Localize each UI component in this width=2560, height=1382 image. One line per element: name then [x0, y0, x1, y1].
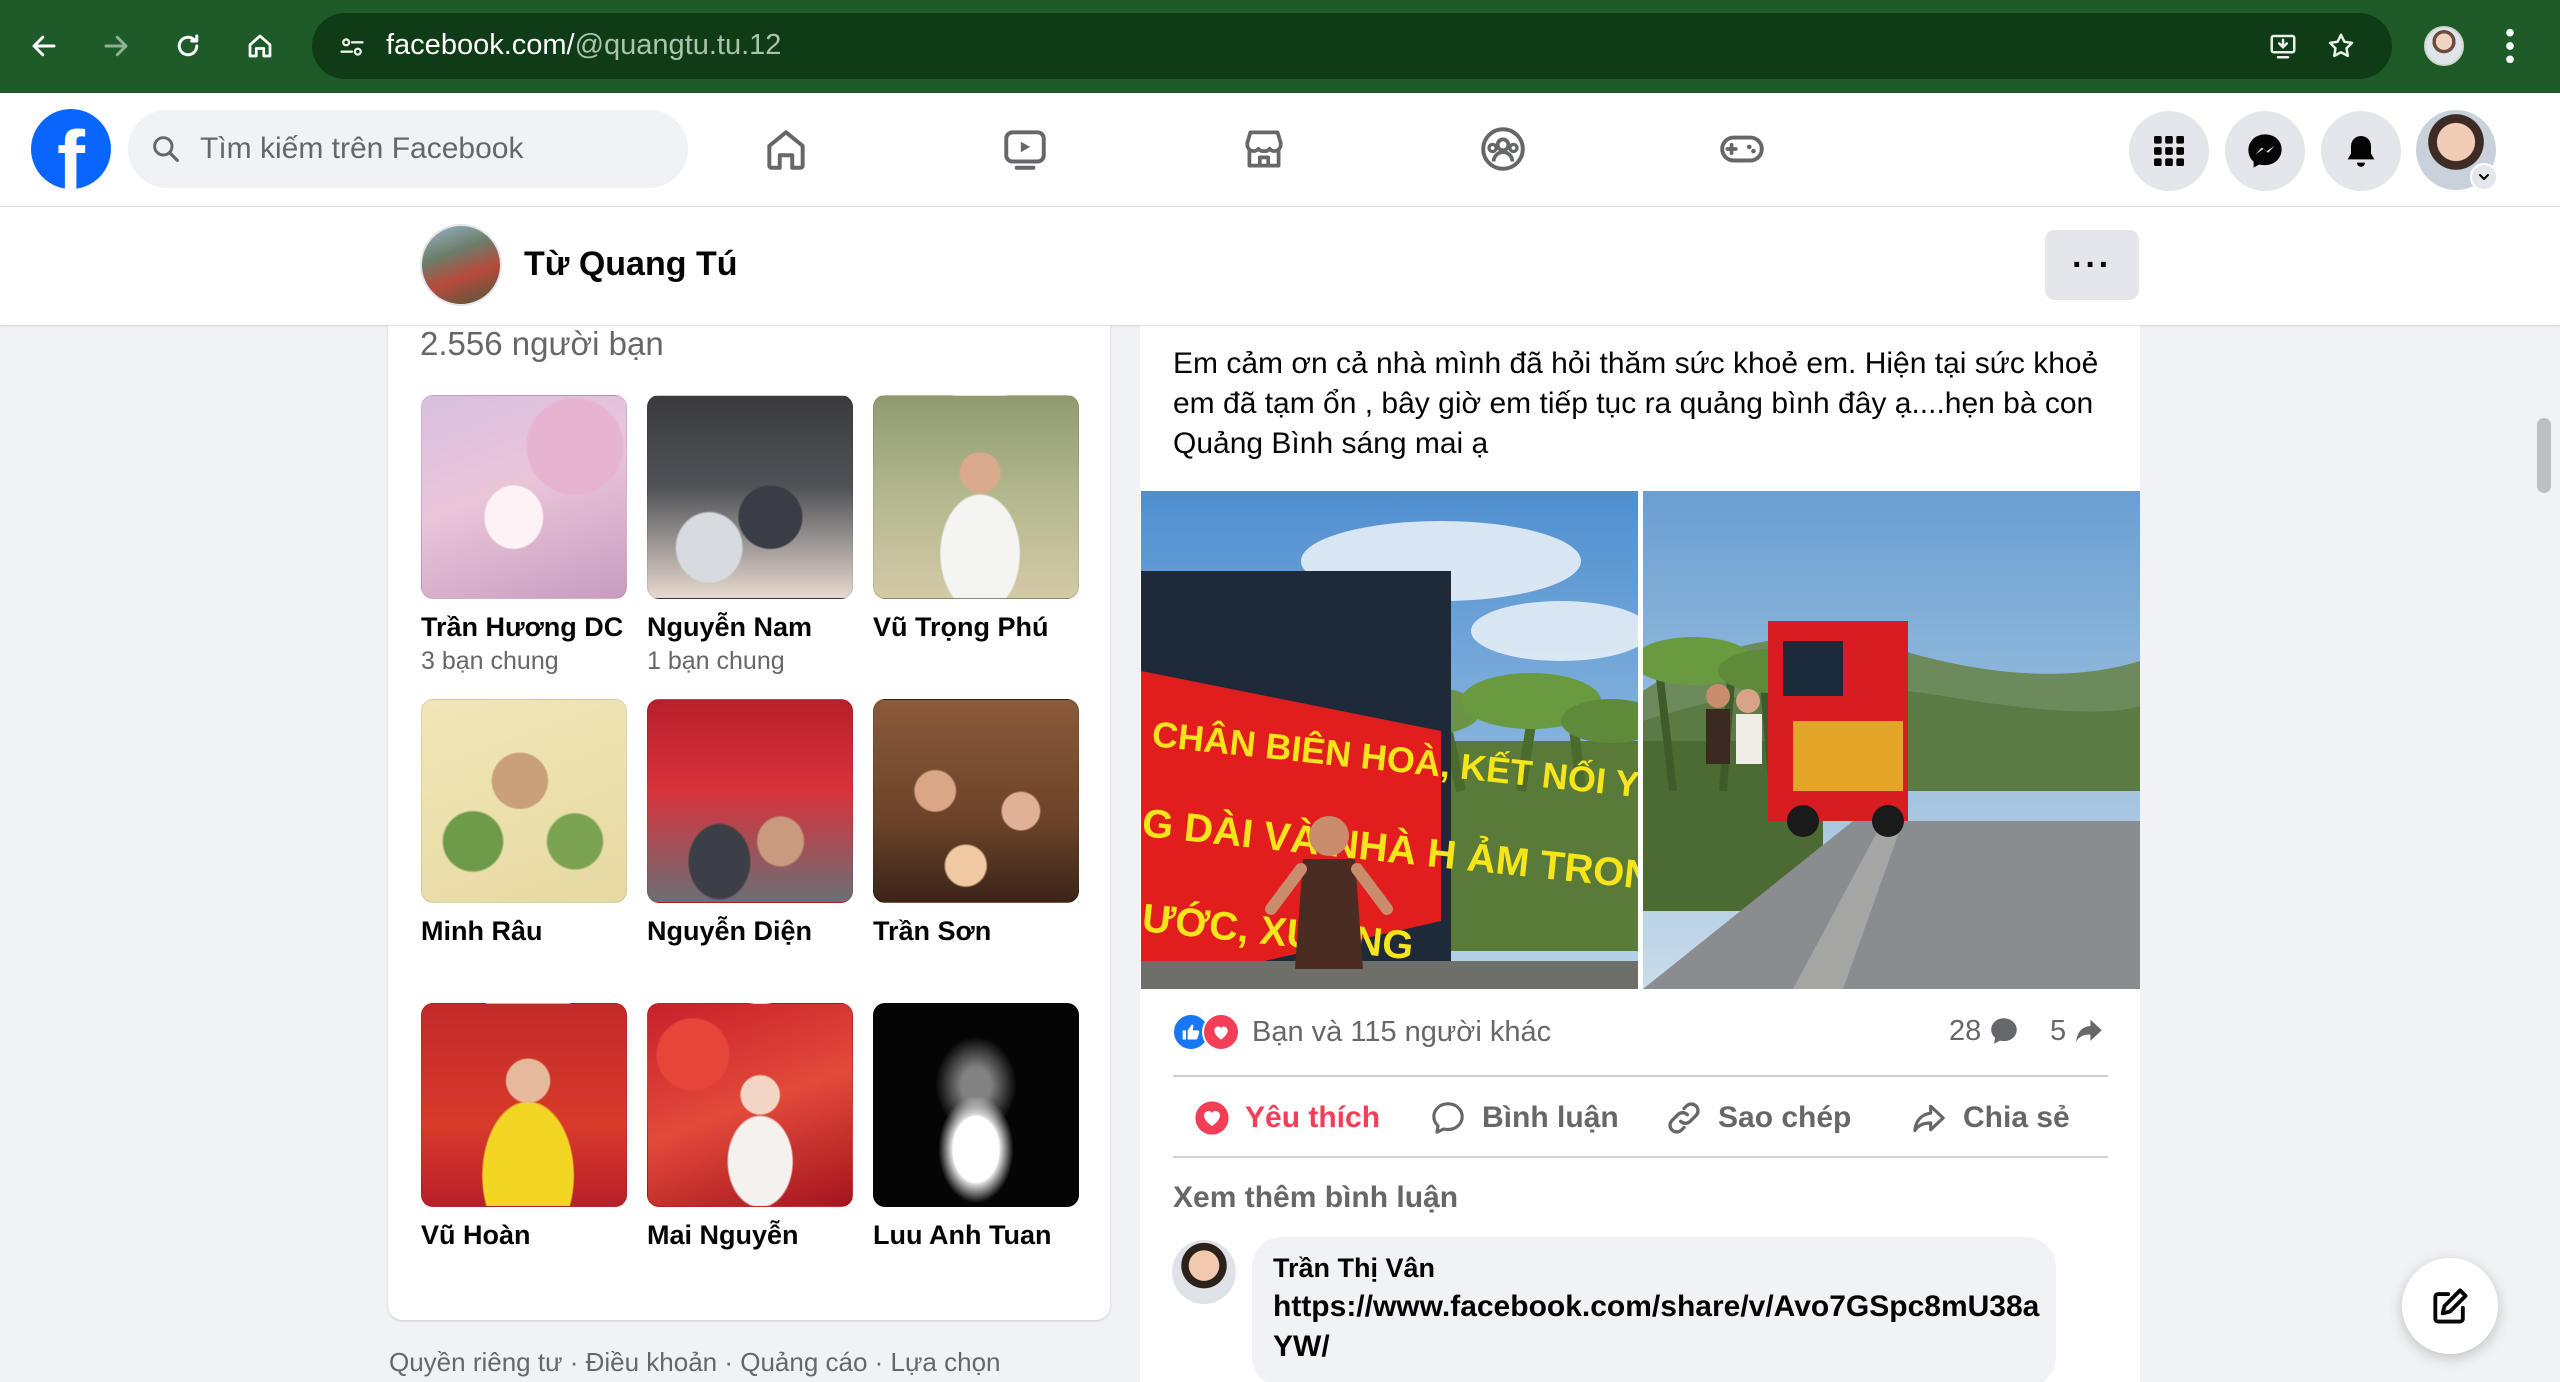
post-photo-2[interactable] [1643, 491, 2140, 989]
url-text[interactable]: facebook.com/@quangtu.tu.12 [386, 29, 781, 62]
menu-grid-button[interactable] [2129, 111, 2209, 191]
comment-author-name[interactable]: Trần Thị Vân [1273, 1253, 1435, 1284]
browser-profile-avatar[interactable] [2424, 26, 2464, 66]
address-bar[interactable]: facebook.com/@quangtu.tu.12 [312, 13, 2392, 79]
copy-label: Sao chép [1718, 1101, 1852, 1134]
notifications-button[interactable] [2321, 111, 2401, 191]
friend-photo[interactable] [647, 699, 853, 903]
forward-icon[interactable] [96, 26, 136, 66]
love-label: Yêu thích [1245, 1101, 1381, 1134]
compose-icon [2433, 1288, 2468, 1324]
copy-link-button[interactable]: Sao chép [1664, 1092, 1851, 1144]
messenger-icon [2248, 134, 2282, 168]
share-button[interactable]: Chia sẻ [1909, 1092, 2070, 1144]
more-options-button[interactable]: ··· [2045, 230, 2139, 300]
share-icon [1913, 1104, 1945, 1133]
page-scrollbar[interactable] [2537, 418, 2551, 493]
friend-mutual: 3 bạn chung [421, 647, 559, 675]
see-more-comments-link[interactable]: Xem thêm bình luận [1173, 1181, 1458, 1215]
friend-photo[interactable] [421, 1003, 627, 1207]
home-icon[interactable] [240, 26, 280, 66]
site-settings-icon[interactable] [338, 33, 366, 66]
url-path: @quangtu.tu.12 [574, 29, 782, 61]
facebook-logo-icon[interactable]: f [31, 109, 111, 189]
video-tab-icon[interactable] [997, 121, 1053, 177]
friend-item[interactable]: Trần Sơn [873, 699, 1079, 949]
comments-count[interactable]: 28 [1949, 1014, 2021, 1048]
friend-name[interactable]: Trần Hương DC [421, 609, 627, 645]
profile-avatar[interactable] [420, 224, 502, 306]
back-icon[interactable] [24, 26, 64, 66]
comment-icon [1432, 1102, 1464, 1134]
post-divider [1173, 1075, 2108, 1077]
friend-mutual: 1 bạn chung [647, 647, 785, 675]
new-message-button[interactable] [2402, 1258, 2498, 1354]
love-reaction-icon [1202, 1013, 1240, 1051]
gaming-tab-icon[interactable] [1714, 121, 1770, 177]
search-icon [150, 133, 182, 170]
friend-item[interactable]: Nguyễn Diện [647, 699, 853, 949]
friend-item[interactable]: Vũ Trọng Phú [873, 395, 1079, 645]
heart-icon [1195, 1101, 1229, 1135]
friend-photo[interactable] [647, 395, 853, 599]
comment-author-avatar[interactable] [1172, 1240, 1236, 1304]
profile-name[interactable]: Từ Quang Tú [524, 245, 737, 284]
shares-count-text: 5 [2050, 1014, 2067, 1047]
bookmark-star-icon[interactable] [2326, 31, 2356, 66]
friend-photo[interactable] [421, 395, 627, 599]
friend-name[interactable]: Luu Anh Tuan [873, 1217, 1079, 1253]
friend-photo[interactable] [873, 1003, 1079, 1207]
install-app-icon[interactable] [2268, 31, 2298, 66]
bell-icon [2347, 136, 2375, 167]
messenger-button[interactable] [2225, 111, 2305, 191]
friend-item[interactable]: Trần Hương DC 3 bạn chung [421, 395, 627, 677]
friend-name[interactable]: Mai Nguyễn [647, 1217, 853, 1253]
post-divider [1173, 1156, 2108, 1158]
friend-photo[interactable] [421, 699, 627, 903]
post-photo-1[interactable]: CHÂN BIÊN HOÀ, KẾT NỐI YÊU G DÀI VÀ NHÀ … [1141, 491, 1638, 989]
comment-button[interactable]: Bình luận [1428, 1092, 1619, 1144]
friend-item[interactable]: Vũ Hoàn [421, 1003, 627, 1253]
comment-bubble-icon [1991, 1018, 2018, 1044]
post-text: Em cảm ơn cả nhà mình đã hỏi thăm sức kh… [1173, 347, 2099, 460]
friend-item[interactable]: Minh Râu [421, 699, 627, 949]
home-tab-icon[interactable] [758, 121, 814, 177]
chevron-down-icon[interactable] [2470, 163, 2498, 191]
profile-sticky-bar: Từ Quang Tú ··· [0, 207, 2560, 325]
shares-count[interactable]: 5 [2050, 1014, 2106, 1048]
share-label: Chia sẻ [1963, 1101, 2070, 1134]
facebook-top-nav: f [0, 93, 2560, 206]
search-input[interactable] [200, 110, 670, 188]
search-box[interactable] [128, 110, 688, 188]
link-icon [1668, 1102, 1700, 1134]
comments-count-text: 28 [1949, 1014, 1982, 1047]
groups-tab-icon[interactable] [1475, 121, 1531, 177]
friends-count: 2.556 người bạn [420, 325, 664, 362]
friend-photo[interactable] [873, 699, 1079, 903]
share-arrow-icon [2076, 1019, 2102, 1042]
grid-icon [2154, 136, 2184, 166]
friend-item[interactable]: Luu Anh Tuan [873, 1003, 1079, 1253]
comment-link[interactable]: https://www.facebook.com/share/v/Avo7GSp… [1273, 1287, 2043, 1367]
browser-toolbar: facebook.com/@quangtu.tu.12 [0, 0, 2560, 93]
footer-links[interactable]: Quyền riêng tư · Điều khoản · Quảng cáo … [389, 1347, 1000, 1378]
browser-menu-icon[interactable] [2504, 26, 2516, 71]
friend-item[interactable]: Nguyễn Nam 1 bạn chung [647, 395, 853, 677]
friend-name[interactable]: Nguyễn Nam [647, 609, 853, 645]
friend-name[interactable]: Minh Râu [421, 913, 627, 949]
marketplace-tab-icon[interactable] [1236, 121, 1292, 177]
friend-item[interactable]: Mai Nguyễn [647, 1003, 853, 1253]
url-host: facebook.com/ [386, 29, 575, 61]
friend-photo[interactable] [647, 1003, 853, 1207]
friend-name[interactable]: Trần Sơn [873, 913, 1079, 949]
comment-label: Bình luận [1482, 1101, 1619, 1134]
friend-name[interactable]: Vũ Hoàn [421, 1217, 627, 1253]
friend-photo[interactable] [873, 395, 1079, 599]
love-button[interactable]: Yêu thích [1193, 1092, 1380, 1144]
friend-name[interactable]: Nguyễn Diện [647, 913, 853, 949]
reactions-text[interactable]: Bạn và 115 người khác [1252, 1016, 1551, 1049]
reactions-summary[interactable]: Bạn và 115 người khác [1172, 1012, 1551, 1052]
friend-name[interactable]: Vũ Trọng Phú [873, 609, 1079, 645]
reload-icon[interactable] [168, 26, 208, 66]
